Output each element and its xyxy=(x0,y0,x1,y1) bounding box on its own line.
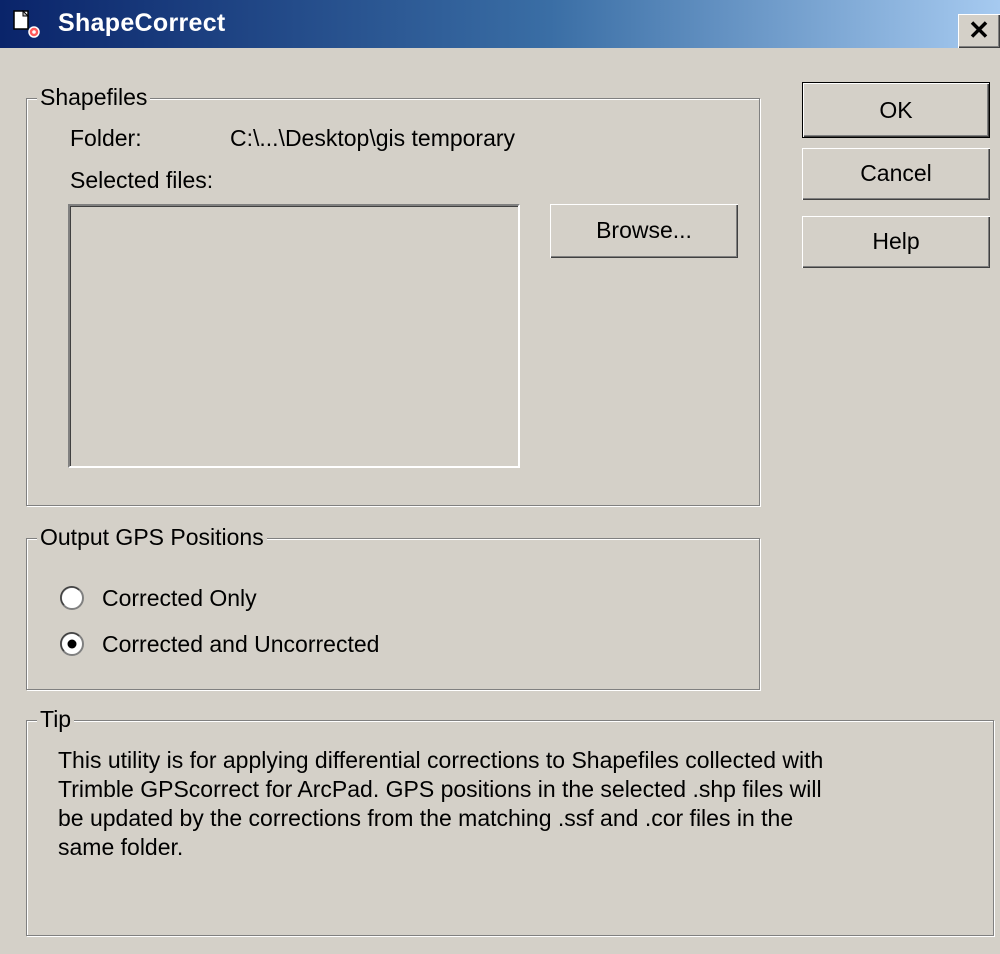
tip-text: This utility is for applying differentia… xyxy=(58,747,824,860)
selected-files-label: Selected files: xyxy=(70,167,214,193)
selected-files-list[interactable] xyxy=(68,204,520,468)
ok-button[interactable]: OK xyxy=(802,82,990,138)
radio-corrected-only[interactable] xyxy=(60,586,84,610)
folder-label: Folder: xyxy=(70,125,142,151)
app-icon xyxy=(13,10,40,38)
folder-path: C:\...\Desktop\gis temporary xyxy=(230,125,516,151)
output-gps-legend: Output GPS Positions xyxy=(37,523,267,551)
window-title: ShapeCorrect xyxy=(58,9,226,37)
output-gps-group: Output GPS Positions xyxy=(26,523,760,690)
corrected-only-label[interactable]: Corrected Only xyxy=(102,584,257,612)
tip-legend: Tip xyxy=(37,705,75,733)
browse-button[interactable]: Browse... xyxy=(550,204,738,258)
close-icon: ✕ xyxy=(968,15,990,45)
shapefiles-legend: Shapefiles xyxy=(37,83,151,111)
cancel-button[interactable]: Cancel xyxy=(802,148,990,200)
corrected-and-uncorrected-label[interactable]: Corrected and Uncorrected xyxy=(102,630,379,658)
help-button[interactable]: Help xyxy=(802,216,990,268)
title-bar[interactable]: ShapeCorrect ✕ xyxy=(0,0,1000,48)
close-button[interactable]: ✕ xyxy=(958,14,1000,48)
radio-corrected-and-uncorrected[interactable] xyxy=(60,632,84,656)
